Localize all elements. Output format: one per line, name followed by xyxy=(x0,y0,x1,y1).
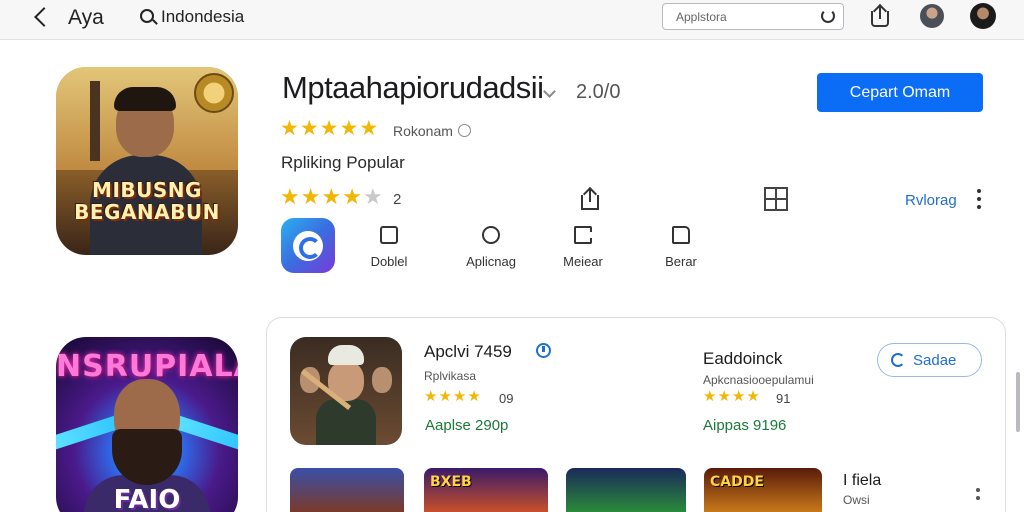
screenshot-thumbnail[interactable]: CADDE xyxy=(704,468,822,512)
tool-doblel[interactable]: Doblel xyxy=(344,226,434,272)
app-version: 2.0/0 xyxy=(576,81,621,103)
refresh-icon[interactable] xyxy=(821,9,835,23)
rating-count: 2 xyxy=(393,191,402,208)
grid-icon[interactable] xyxy=(764,187,788,211)
thumbnail-title: BXEB xyxy=(430,474,472,490)
recommended-price[interactable]: Aaplse 290p xyxy=(425,417,508,434)
recommended-app-2-name[interactable]: Eaddoinck xyxy=(703,349,782,369)
star-icon: ★ xyxy=(359,117,379,140)
recommended-app-name[interactable]: Apclvi 7459 xyxy=(424,342,512,362)
app-icon-title: MIBUSNG BEGANABUN xyxy=(74,178,220,224)
recommended-rating-stars: ★ ★ ★ ★ xyxy=(424,389,481,404)
folder-icon xyxy=(672,226,690,244)
sadae-button[interactable]: Sadae xyxy=(877,343,982,377)
more-options-icon[interactable] xyxy=(972,188,986,210)
more-link[interactable]: Rvlorag xyxy=(905,192,957,209)
screenshot-thumbnail[interactable]: BXEB xyxy=(424,468,548,512)
side-item-title[interactable]: I fiela xyxy=(843,472,881,490)
second-app-subtitle: FAIO xyxy=(113,485,181,512)
rating-stars: ★ ★ ★ ★ ★ xyxy=(280,118,378,139)
search-icon xyxy=(140,9,154,23)
star-icon: ★ xyxy=(321,184,342,209)
refresh-icon xyxy=(891,353,905,367)
star-icon: ★ xyxy=(467,388,481,405)
tool-label: Doblel xyxy=(370,254,408,269)
coin-badge-icon xyxy=(194,73,234,113)
tool-berar[interactable]: Berar xyxy=(636,226,726,272)
info-icon[interactable] xyxy=(458,124,471,137)
share-icon[interactable] xyxy=(868,3,892,29)
app-icon[interactable]: MIBUSNG BEGANABUN xyxy=(56,67,238,255)
verified-icon xyxy=(536,343,551,358)
recommended-app-icon[interactable] xyxy=(290,337,402,445)
chevron-down-icon[interactable] xyxy=(543,85,556,98)
recommended-2-rating-stars: ★ ★ ★ ★ xyxy=(703,389,760,404)
star-icon: ★ xyxy=(438,388,452,405)
rating-label: Rokonam xyxy=(393,123,453,139)
breadcrumb[interactable]: Indondesia xyxy=(161,7,244,27)
star-icon: ★ xyxy=(319,117,339,140)
screenshot-thumbnail[interactable] xyxy=(566,468,686,512)
tool-label: Aplicnag xyxy=(466,254,516,269)
circle-icon xyxy=(482,226,500,244)
star-icon: ★ xyxy=(746,388,760,405)
recommended-rating-count: 09 xyxy=(499,391,514,406)
user-rating-stars: ★ ★ ★ ★ ★ xyxy=(280,186,383,208)
star-icon: ★ xyxy=(300,184,321,209)
second-app-title: NSRUPIALA xyxy=(56,349,238,384)
more-options-icon[interactable] xyxy=(976,496,980,500)
tool-meiear[interactable]: Meiear xyxy=(538,226,628,272)
screenshot-thumbnail[interactable] xyxy=(290,468,404,512)
search-box[interactable] xyxy=(662,3,844,30)
star-icon: ★ xyxy=(280,184,300,209)
app-name: Mptaahapiorudadsii xyxy=(282,70,544,105)
star-icon: ★ xyxy=(703,388,717,405)
thumbnail-title: CADDE xyxy=(710,474,764,490)
recommended-2-rating-count: 91 xyxy=(776,391,791,406)
export-icon xyxy=(574,226,592,244)
recommended-app-subtitle: Rplvikasa xyxy=(424,369,477,383)
tool-label: Meiear xyxy=(563,254,603,269)
recommended-app-2-subtitle: Apkcnasiooepulamui xyxy=(703,373,814,387)
star-icon: ★ xyxy=(717,388,731,405)
get-app-button[interactable]: Cepart Omam xyxy=(817,73,983,112)
star-icon: ★ xyxy=(299,117,319,140)
back-chevron-icon[interactable] xyxy=(30,6,54,30)
half-star-icon: ★ xyxy=(362,184,383,209)
scrollbar[interactable] xyxy=(1016,372,1020,432)
document-icon xyxy=(380,226,398,244)
sadae-button-label: Sadae xyxy=(913,352,957,369)
more-options-icon[interactable] xyxy=(976,488,980,492)
top-bar: Aya Indondesia xyxy=(0,0,1024,40)
star-icon: ★ xyxy=(424,388,438,405)
star-icon: ★ xyxy=(280,117,299,140)
second-app-icon[interactable]: NSRUPIALA FAIO xyxy=(56,337,238,512)
share-icon[interactable] xyxy=(578,186,602,211)
app-category[interactable]: Rpliking Popular xyxy=(281,153,405,173)
star-icon: ★ xyxy=(452,388,467,405)
avatar[interactable] xyxy=(920,4,944,28)
back-label[interactable]: Aya xyxy=(68,6,104,30)
recommended-2-price[interactable]: Aippas 9196 xyxy=(703,417,786,434)
tool-label: Berar xyxy=(665,254,697,269)
star-icon: ★ xyxy=(731,388,746,405)
search-input[interactable] xyxy=(676,7,816,27)
side-item-subtitle: Owsi xyxy=(843,493,870,507)
star-icon: ★ xyxy=(342,184,362,209)
star-icon: ★ xyxy=(339,117,359,140)
small-app-icon[interactable] xyxy=(281,218,335,273)
profile-avatar[interactable] xyxy=(970,3,996,29)
tool-aplicnag[interactable]: Aplicnag xyxy=(446,226,536,272)
